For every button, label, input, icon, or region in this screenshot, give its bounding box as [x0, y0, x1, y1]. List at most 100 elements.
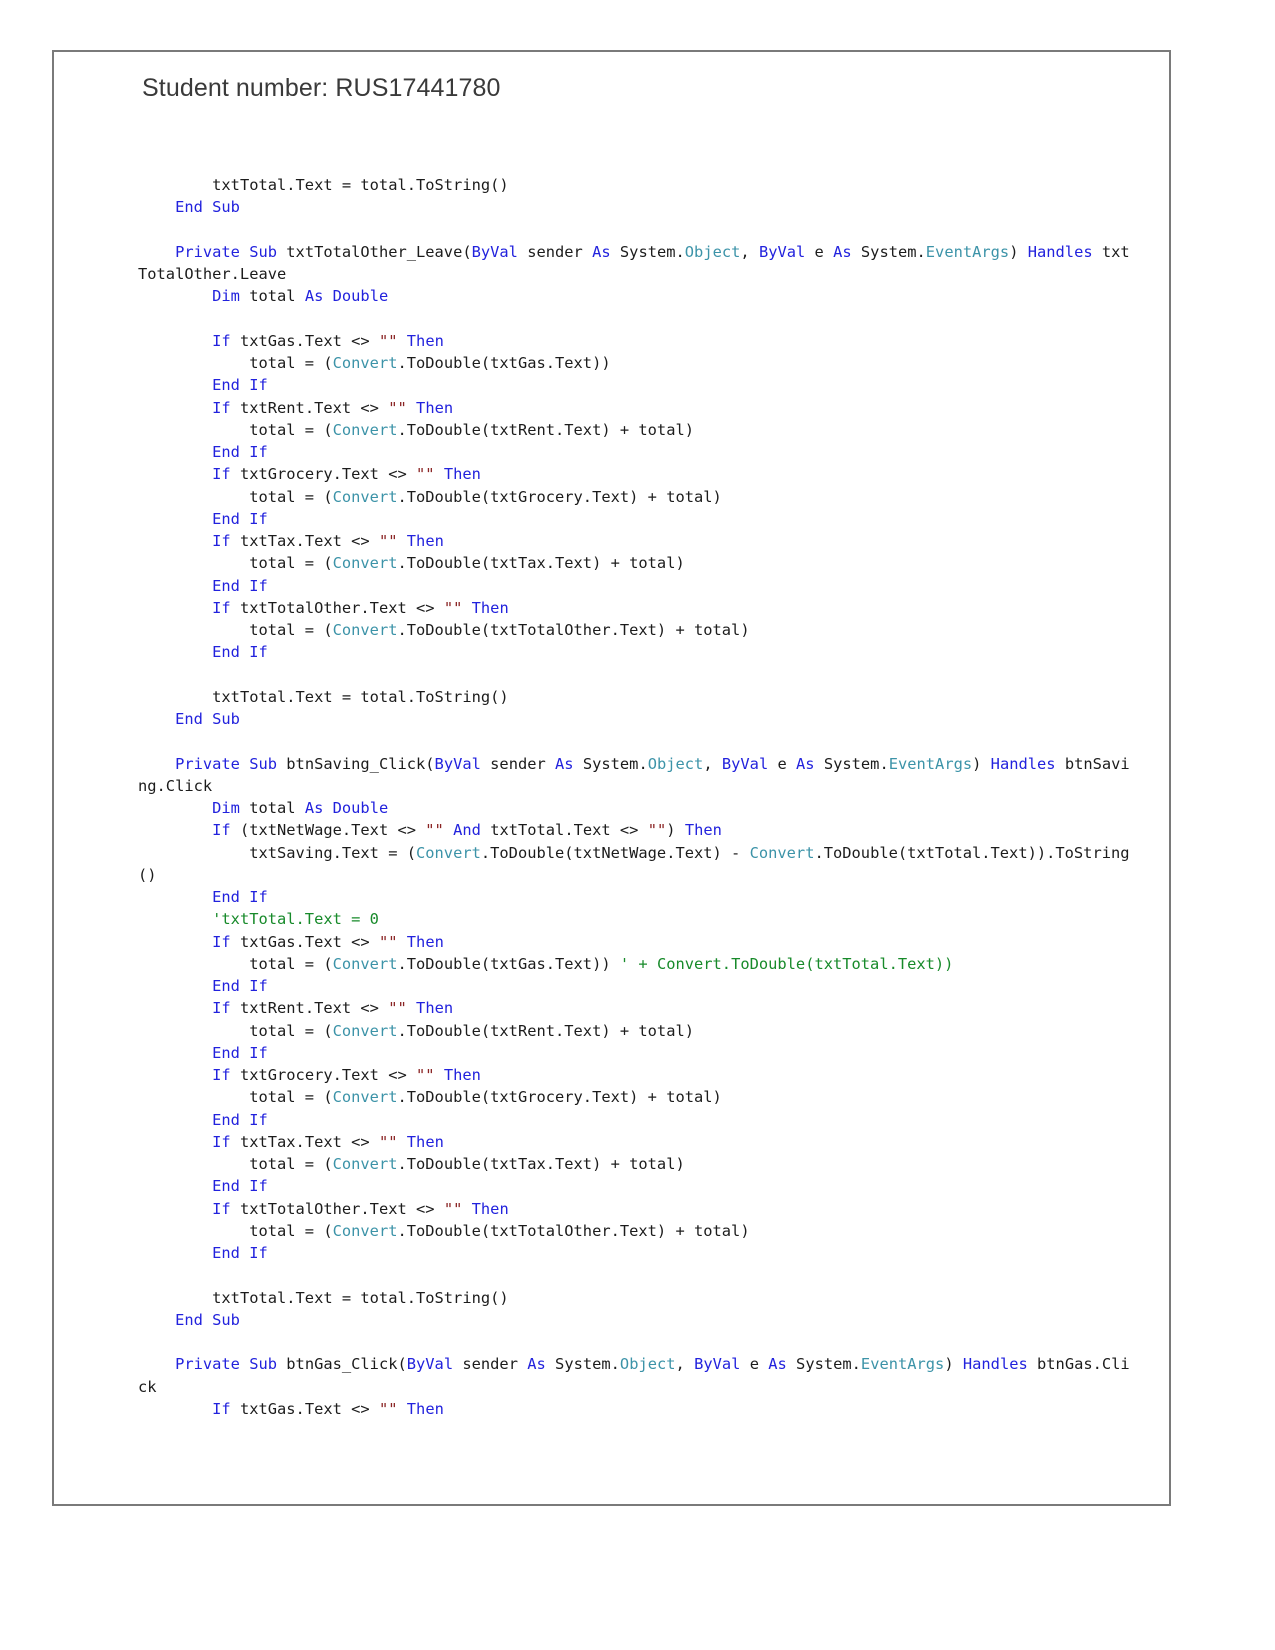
- code-token: Convert: [332, 554, 398, 573]
- code-token: End If: [138, 509, 268, 528]
- code-token: System.: [610, 242, 685, 261]
- code-token: "": [378, 331, 398, 350]
- code-token: Then: [443, 465, 481, 484]
- code-line: End If: [138, 641, 1138, 663]
- code-line: If txtTax.Text <> "" Then: [138, 530, 1138, 552]
- code-token: "": [416, 1066, 435, 1084]
- code-line: total = (Convert.ToDouble(txtGas.Text)): [138, 352, 1138, 374]
- code-token: System.: [786, 1355, 861, 1374]
- code-token: Then: [406, 1399, 444, 1418]
- code-token: btnGas_Click(: [277, 1355, 407, 1374]
- code-token: Convert: [332, 1021, 398, 1040]
- code-token: txtSaving.Text = (: [138, 843, 416, 862]
- code-token: ByVal: [758, 242, 806, 261]
- code-token: txtTotalOther_Leave(: [277, 242, 472, 261]
- code-token: .ToDouble(txtRent.Text) + total): [397, 420, 694, 439]
- code-token: txtTotalOther.Text <>: [230, 598, 444, 617]
- code-token: Convert: [332, 1221, 398, 1240]
- code-token: ): [666, 821, 685, 840]
- code-token: As Double: [304, 799, 389, 817]
- code-token: Then: [471, 598, 509, 617]
- code-token: .ToDouble(txtGas.Text)): [397, 954, 620, 973]
- code-line: total = (Convert.ToDouble(txtRent.Text) …: [138, 419, 1138, 441]
- code-token: As: [833, 242, 852, 261]
- code-token: Private Sub: [138, 242, 278, 261]
- code-line: Dim total As Double: [138, 285, 1138, 307]
- code-token: Convert: [749, 843, 815, 862]
- code-token: End If: [138, 1244, 268, 1262]
- code-token: End If: [138, 376, 268, 395]
- code-token: txtGas.Text <>: [230, 1399, 379, 1418]
- document-page: Student number: RUS17441780 txtTotal.Tex…: [52, 50, 1171, 1506]
- code-token: "": [425, 821, 444, 840]
- code-token: End If: [138, 443, 268, 461]
- code-line: total = (Convert.ToDouble(txtGrocery.Tex…: [138, 486, 1138, 508]
- code-token: As: [555, 754, 574, 773]
- code-token: End Sub: [138, 1310, 240, 1329]
- code-token: total = (: [138, 954, 333, 973]
- code-token: ): [1009, 242, 1028, 261]
- code-line: End If: [138, 1042, 1138, 1064]
- code-token: System.: [814, 754, 889, 773]
- code-token: txtTotal.Text = total.ToString(): [138, 687, 509, 706]
- code-line: End If: [138, 1242, 1138, 1264]
- code-token: System.: [851, 242, 926, 261]
- code-line: Dim total As Double: [138, 797, 1138, 819]
- code-token: Convert: [332, 420, 398, 439]
- code-token: ,: [675, 1355, 695, 1374]
- code-token: .ToDouble(txtTotalOther.Text) + total): [397, 1221, 750, 1240]
- code-token: As: [527, 1355, 546, 1374]
- code-token: "": [416, 465, 435, 484]
- code-token: If: [138, 598, 231, 617]
- code-line: End If: [138, 441, 1138, 463]
- code-line: End If: [138, 975, 1138, 997]
- code-line: If txtTotalOther.Text <> "" Then: [138, 1198, 1138, 1220]
- code-token: If: [138, 1199, 231, 1218]
- code-listing: txtTotal.Text = total.ToString() End Sub…: [138, 174, 1138, 1420]
- code-token: System.: [545, 1355, 620, 1374]
- code-line: total = (Convert.ToDouble(txtTotalOther.…: [138, 1220, 1138, 1242]
- code-token: EventArgs: [888, 754, 973, 773]
- code-line: If txtRent.Text <> "" Then: [138, 997, 1138, 1019]
- code-token: Convert: [332, 487, 398, 506]
- code-token: (txtNetWage.Text <>: [230, 821, 426, 840]
- code-token: ByVal: [721, 754, 769, 773]
- code-token: Then: [684, 821, 722, 840]
- code-token: ByVal: [471, 242, 518, 261]
- code-line: If txtTax.Text <> "" Then: [138, 1131, 1138, 1153]
- code-token: txtTotal.Text = total.ToString(): [138, 176, 509, 194]
- code-token: As: [796, 754, 815, 773]
- code-token: total = (: [138, 554, 333, 573]
- code-token: ): [972, 754, 991, 773]
- code-token: Private Sub: [138, 754, 278, 773]
- code-token: Private Sub: [138, 1355, 278, 1374]
- code-line: total = (Convert.ToDouble(txtTotalOther.…: [138, 619, 1138, 641]
- code-line: txtSaving.Text = (Convert.ToDouble(txtNe…: [138, 842, 1138, 887]
- code-token: If: [138, 331, 231, 350]
- code-token: Handles: [990, 754, 1056, 773]
- code-token: System.: [573, 754, 648, 773]
- code-line: txtTotal.Text = total.ToString(): [138, 1287, 1138, 1309]
- code-token: As: [592, 242, 611, 261]
- code-token: total: [239, 799, 305, 817]
- code-token: txtTax.Text <>: [230, 532, 379, 550]
- code-token: ByVal: [434, 754, 481, 773]
- code-token: .ToDouble(txtTax.Text) + total): [397, 554, 685, 573]
- code-token: txtGrocery.Text <>: [230, 1066, 417, 1084]
- code-line: Private Sub btnGas_Click(ByVal sender As…: [138, 1353, 1138, 1398]
- code-token: End If: [138, 977, 268, 995]
- code-token: txtGrocery.Text <>: [230, 465, 417, 484]
- code-token: ByVal: [406, 1355, 454, 1374]
- code-token: If: [138, 1399, 231, 1418]
- code-token: Then: [471, 1199, 509, 1218]
- code-token: 'txtTotal.Text = 0: [138, 910, 379, 929]
- code-token: sender: [453, 1355, 528, 1374]
